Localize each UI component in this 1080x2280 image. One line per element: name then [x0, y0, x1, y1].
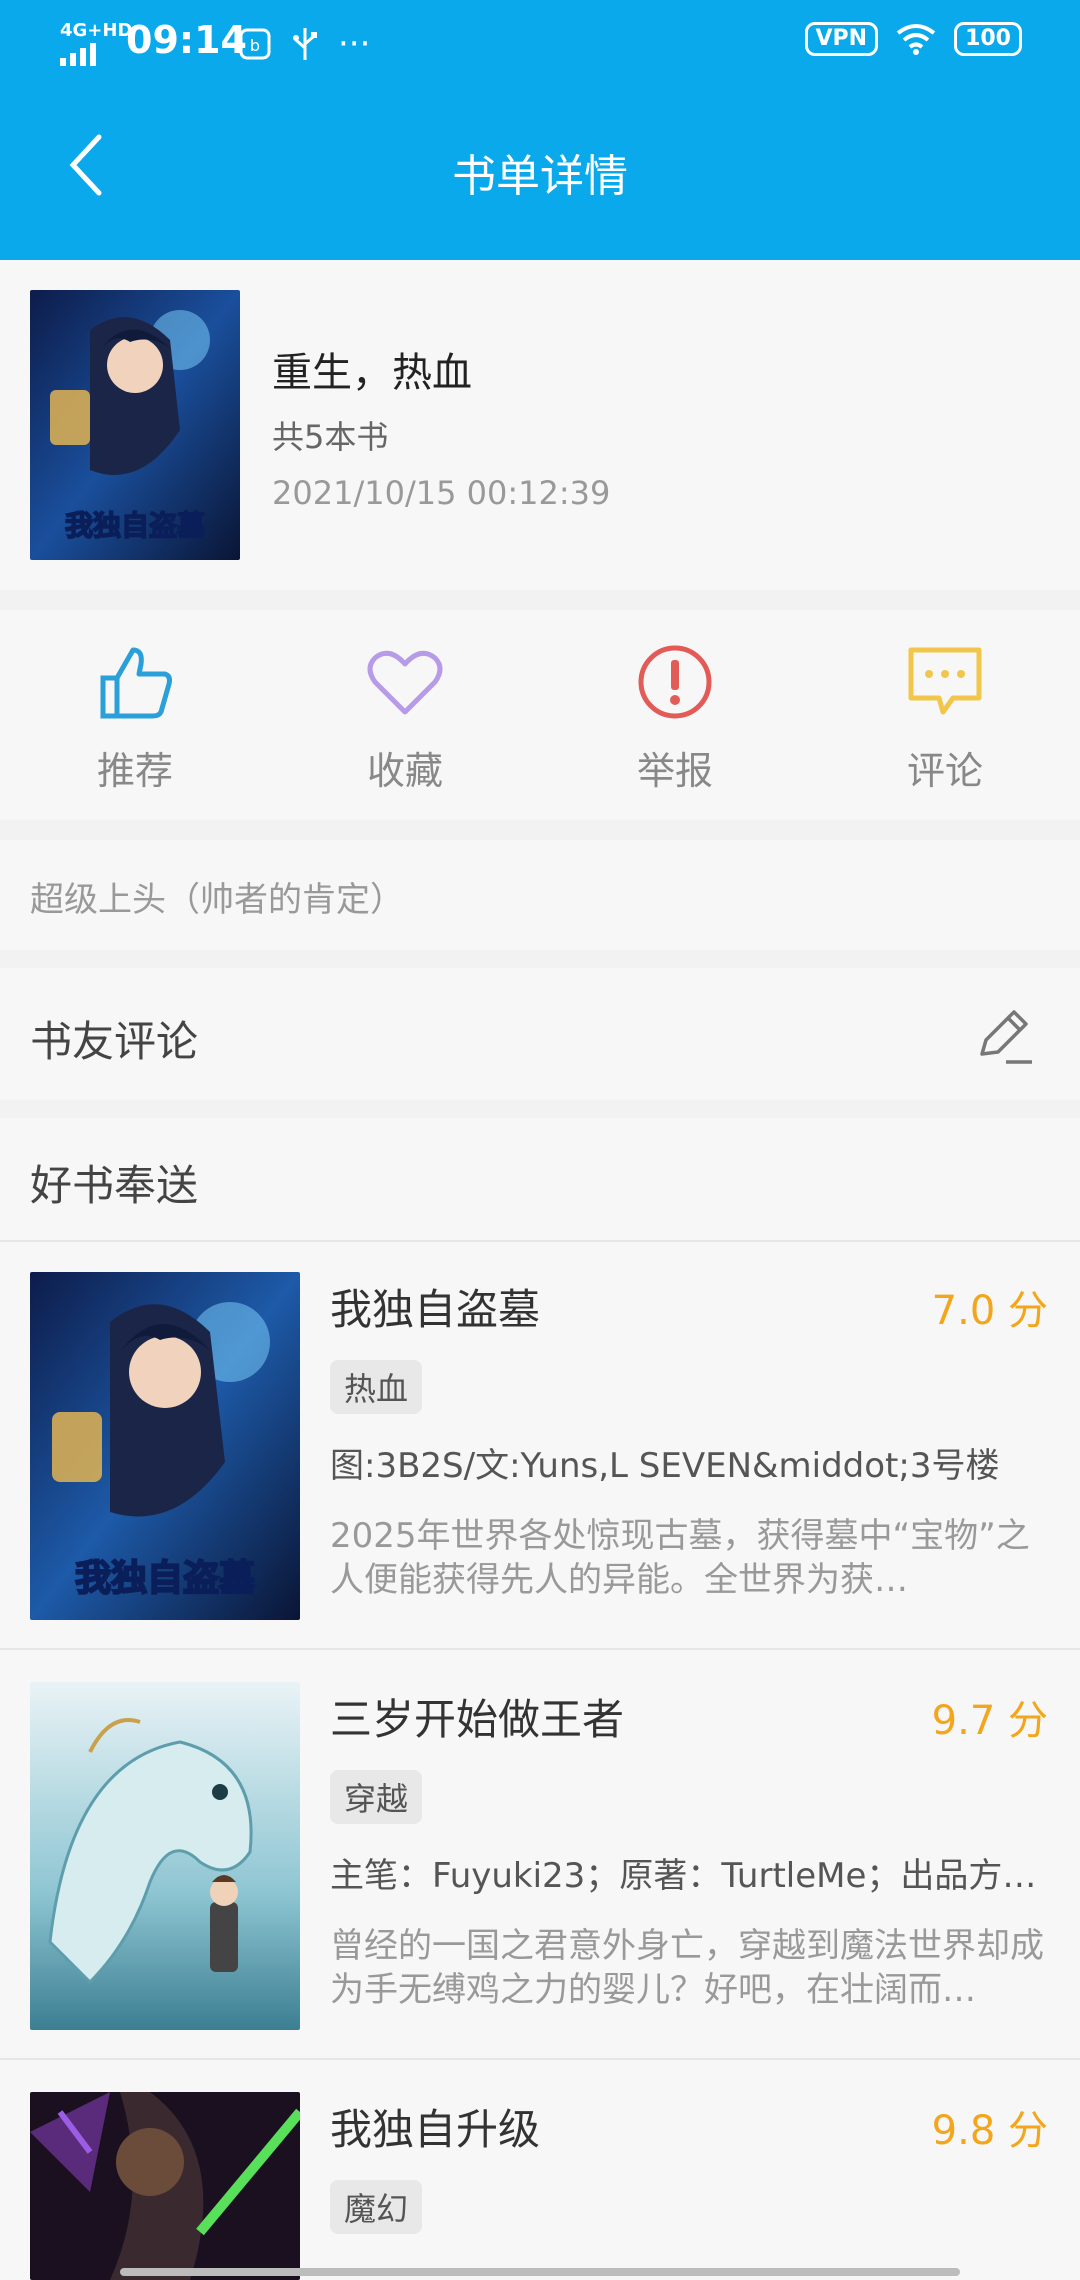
- recommended-title: 好书奉送: [30, 1161, 199, 1210]
- book-cover[interactable]: [30, 2092, 300, 2280]
- booklist-name: 重生，热血: [272, 350, 472, 396]
- status-icons-left: b ···: [238, 24, 370, 64]
- network-type: 4G+HD: [60, 20, 133, 41]
- vpn-badge: VPN: [804, 22, 879, 56]
- action-bar: 推荐 收藏 举报 评论: [0, 610, 1080, 820]
- top-bar: 4G+HD 09:14 b ··· VPN 100 书单详情: [0, 0, 1080, 260]
- app-notification-icon: b: [239, 28, 271, 60]
- status-icons-right: VPN 100: [804, 22, 1022, 56]
- book-title: 我独自盗墓: [330, 1285, 541, 1334]
- book-item[interactable]: 三岁开始做王者 9.7 分 穿越 主笔：Fuyuki23；原著：TurtleMe…: [0, 1652, 1080, 2060]
- cover-image: 我独自盗墓: [30, 290, 240, 560]
- svg-text:我独自盗墓: 我独自盗墓: [65, 509, 206, 542]
- report-label: 举报: [636, 748, 713, 793]
- thumbs-up-icon: [100, 647, 172, 718]
- book-cover[interactable]: [30, 1682, 300, 2030]
- comments-title: 书友评论: [30, 1017, 199, 1066]
- favorite-label: 收藏: [366, 748, 443, 793]
- page-title: 书单详情: [452, 151, 628, 202]
- book-score: 9.8 分: [931, 2108, 1048, 2154]
- book-title: 三岁开始做王者: [330, 1695, 625, 1744]
- pencil-icon: [980, 1010, 1032, 1064]
- comment-button[interactable]: 评论: [810, 610, 1080, 820]
- clock: 09:14: [126, 18, 247, 62]
- book-tag: 魔幻: [330, 2180, 423, 2234]
- description-text: 超级上头（帅者的肯定）: [30, 880, 404, 920]
- comments-section: 书友评论: [0, 968, 1080, 1100]
- book-tag: 穿越: [330, 1770, 423, 1824]
- comment-label: 评论: [906, 748, 983, 793]
- booklist-count: 共5本书: [272, 418, 389, 456]
- status-bar: 4G+HD 09:14 b ··· VPN 100: [0, 0, 1080, 84]
- chat-bubble-icon: [908, 647, 982, 714]
- book-score: 7.0 分: [931, 1288, 1048, 1334]
- recommended-section: 好书奉送 我独自盗墓 我独自盗墓 7.0 分 热血 图:3B2S/文:Yuns,…: [0, 1118, 1080, 2280]
- book-tag: 热血: [330, 1360, 423, 1414]
- signal-indicator: 4G+HD: [60, 22, 132, 70]
- book-intro: 2025年世界各处惊现古墓，获得墓中“宝物”之人便能获得先人的异能。全世界为获…: [330, 1516, 1030, 1600]
- write-comment-button[interactable]: [972, 1004, 1036, 1068]
- signal-bars-icon: [60, 43, 96, 66]
- svg-text:b: b: [250, 36, 260, 55]
- usb-icon: [293, 28, 317, 60]
- divider: [0, 1648, 1080, 1650]
- battery-indicator: 100: [954, 22, 1022, 56]
- recommend-button[interactable]: 推荐: [0, 610, 270, 820]
- scroll-indicator: [120, 2268, 960, 2276]
- book-item[interactable]: 我独自盗墓 我独自盗墓 7.0 分 热血 图:3B2S/文:Yuns,L SEV…: [0, 1242, 1080, 1650]
- recommend-label: 推荐: [96, 748, 173, 793]
- cover-image: [30, 1682, 300, 2030]
- more-status-icon: ···: [338, 24, 371, 64]
- report-button[interactable]: 举报: [540, 610, 810, 820]
- heart-icon: [367, 650, 443, 714]
- booklist-datetime: 2021/10/15 00:12:39: [272, 474, 611, 512]
- svg-text:我独自盗墓: 我独自盗墓: [75, 1558, 256, 1599]
- booklist-cover[interactable]: 我独自盗墓: [30, 290, 240, 560]
- book-intro: 曾经的一国之君意外身亡，穿越到魔法世界却成为手无缚鸡之力的婴儿？好吧，在壮阔而…: [330, 1926, 1044, 2010]
- book-cover[interactable]: 我独自盗墓: [30, 1272, 300, 1620]
- wifi-icon: [896, 24, 936, 55]
- book-authors: 主笔：Fuyuki23；原著：TurtleMe；出品方…: [330, 1856, 1037, 1896]
- booklist-description: 超级上头（帅者的肯定）: [0, 840, 1080, 950]
- book-item[interactable]: 我独自升级 9.8 分 魔幻: [0, 2062, 1080, 2280]
- divider: [0, 2058, 1080, 2060]
- exclamation-circle-icon: [638, 645, 712, 718]
- book-title: 我独自升级: [330, 2105, 541, 2154]
- favorite-button[interactable]: 收藏: [270, 610, 540, 820]
- booklist-summary: 我独自盗墓 重生，热血 共5本书 2021/10/15 00:12:39: [0, 260, 1080, 590]
- book-authors: 图:3B2S/文:Yuns,L SEVEN&middot;3号楼: [330, 1446, 1000, 1486]
- cover-image: [30, 2092, 300, 2280]
- book-score: 9.7 分: [931, 1698, 1048, 1744]
- cover-image: 我独自盗墓: [30, 1272, 300, 1620]
